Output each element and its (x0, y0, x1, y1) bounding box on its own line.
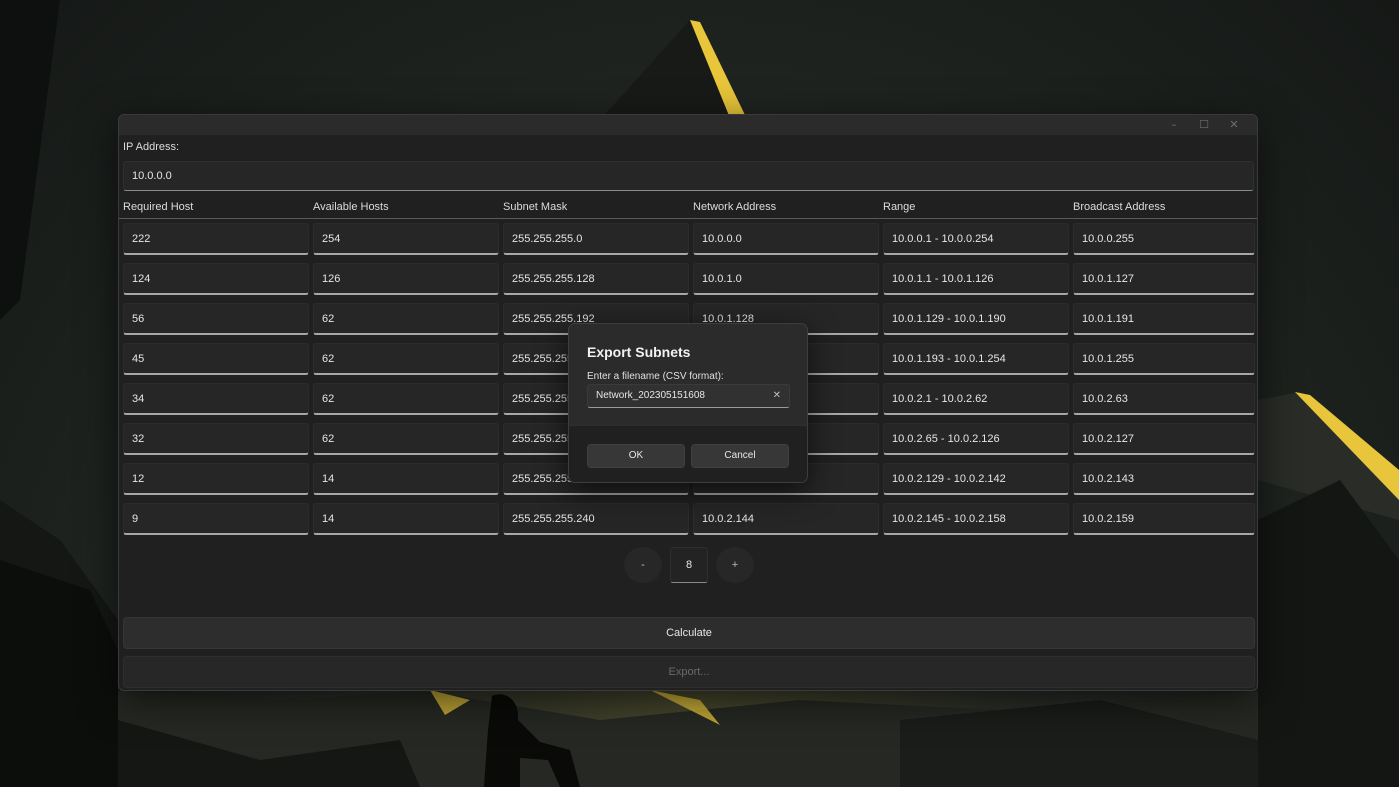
range-cell: 10.0.2.1 - 10.0.2.62 (883, 383, 1069, 415)
network-address-cell: 10.0.0.0 (693, 223, 879, 255)
table-row: 124 126 255.255.255.128 10.0.1.0 10.0.1.… (123, 263, 1257, 295)
range-cell: 10.0.2.65 - 10.0.2.126 (883, 423, 1069, 455)
export-dialog: Export Subnets Enter a filename (CSV for… (568, 323, 808, 483)
required-host-input[interactable]: 12 (123, 463, 309, 495)
subnet-mask-cell: 255.255.255.0 (503, 223, 689, 255)
broadcast-address-cell: 10.0.1.127 (1073, 263, 1255, 295)
network-address-cell: 10.0.2.144 (693, 503, 879, 535)
header-required-host: Required Host (123, 201, 194, 213)
available-hosts-cell: 14 (313, 503, 499, 535)
required-host-input[interactable]: 32 (123, 423, 309, 455)
required-host-input[interactable]: 124 (123, 263, 309, 295)
available-hosts-cell: 14 (313, 463, 499, 495)
network-address-cell: 10.0.1.0 (693, 263, 879, 295)
header-available-hosts: Available Hosts (313, 201, 389, 213)
ip-address-input[interactable]: 10.0.0.0 (123, 161, 1254, 191)
cancel-button[interactable]: Cancel (691, 444, 789, 468)
available-hosts-cell: 62 (313, 343, 499, 375)
header-range: Range (883, 201, 916, 213)
available-hosts-cell: 62 (313, 423, 499, 455)
filename-label: Enter a filename (CSV format): (587, 371, 724, 382)
broadcast-address-cell: 10.0.2.159 (1073, 503, 1255, 535)
range-cell: 10.0.2.129 - 10.0.2.142 (883, 463, 1069, 495)
table-header: Required Host Available Hosts Subnet Mas… (119, 199, 1257, 219)
increment-button[interactable]: + (716, 547, 754, 583)
broadcast-address-cell: 10.0.2.143 (1073, 463, 1255, 495)
header-network-address: Network Address (693, 201, 777, 213)
available-hosts-cell: 254 (313, 223, 499, 255)
dialog-footer: OK Cancel (569, 425, 807, 482)
available-hosts-cell: 62 (313, 303, 499, 335)
export-button[interactable]: Export... (123, 656, 1255, 688)
minimize-icon[interactable]: – (1159, 117, 1189, 133)
close-icon[interactable]: ✕ (1219, 117, 1249, 133)
table-row: 222 254 255.255.255.0 10.0.0.0 10.0.0.1 … (123, 223, 1257, 255)
available-hosts-cell: 62 (313, 383, 499, 415)
broadcast-address-cell: 10.0.1.191 (1073, 303, 1255, 335)
broadcast-address-cell: 10.0.0.255 (1073, 223, 1255, 255)
required-host-input[interactable]: 9 (123, 503, 309, 535)
ip-address-label: IP Address: (123, 141, 180, 153)
filename-value: Network_202305151608 (596, 390, 705, 401)
required-host-input[interactable]: 222 (123, 223, 309, 255)
ok-button[interactable]: OK (587, 444, 685, 468)
broadcast-address-cell: 10.0.2.127 (1073, 423, 1255, 455)
required-host-input[interactable]: 56 (123, 303, 309, 335)
range-cell: 10.0.1.129 - 10.0.1.190 (883, 303, 1069, 335)
dialog-title: Export Subnets (587, 344, 691, 360)
range-cell: 10.0.1.1 - 10.0.1.126 (883, 263, 1069, 295)
table-row: 9 14 255.255.255.240 10.0.2.144 10.0.2.1… (123, 503, 1257, 535)
clear-icon[interactable]: ✕ (773, 385, 781, 407)
title-bar[interactable]: – ☐ ✕ (119, 115, 1257, 135)
broadcast-address-cell: 10.0.1.255 (1073, 343, 1255, 375)
range-cell: 10.0.0.1 - 10.0.0.254 (883, 223, 1069, 255)
required-host-input[interactable]: 34 (123, 383, 309, 415)
subnet-mask-cell: 255.255.255.240 (503, 503, 689, 535)
range-cell: 10.0.2.145 - 10.0.2.158 (883, 503, 1069, 535)
decrement-button[interactable]: - (624, 547, 662, 583)
calculate-button[interactable]: Calculate (123, 617, 1255, 649)
header-subnet-mask: Subnet Mask (503, 201, 568, 213)
broadcast-address-cell: 10.0.2.63 (1073, 383, 1255, 415)
range-cell: 10.0.1.193 - 10.0.1.254 (883, 343, 1069, 375)
required-host-input[interactable]: 45 (123, 343, 309, 375)
row-count-input[interactable]: 8 (670, 547, 708, 583)
filename-input[interactable]: Network_202305151608 ✕ (587, 384, 790, 408)
maximize-icon[interactable]: ☐ (1189, 117, 1219, 133)
header-broadcast-address: Broadcast Address (1073, 201, 1166, 213)
subnet-mask-cell: 255.255.255.128 (503, 263, 689, 295)
available-hosts-cell: 126 (313, 263, 499, 295)
